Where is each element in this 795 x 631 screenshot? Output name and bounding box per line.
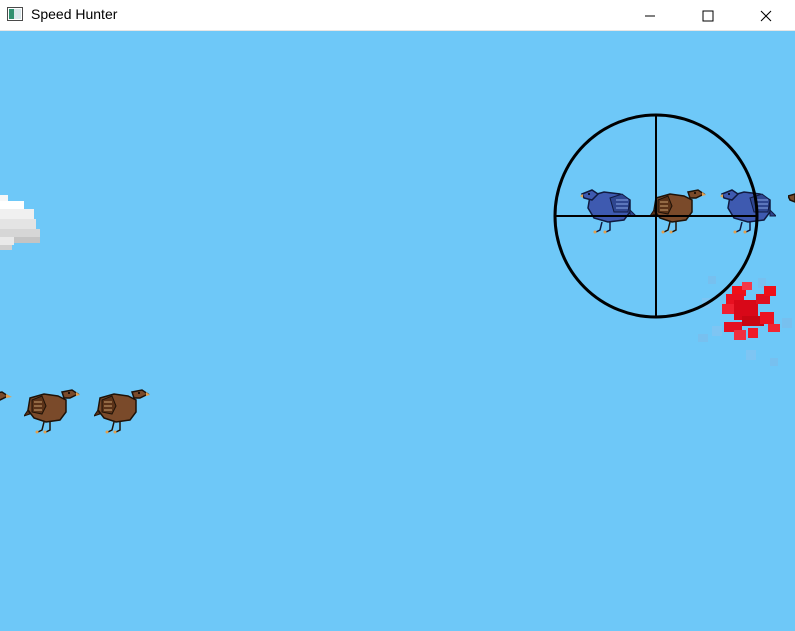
close-button[interactable] [737,0,795,31]
minimize-icon [644,10,656,22]
maximize-button[interactable] [679,0,737,31]
app-window-icon [7,7,23,21]
bird-partial-right[interactable] [788,184,795,236]
maximize-icon [702,10,714,22]
bird-brown-1[interactable] [24,384,80,436]
bird-brown-2[interactable] [94,384,150,436]
close-icon [760,10,772,22]
title-bar[interactable]: Speed Hunter [0,0,795,31]
bird-brown-partial-left[interactable] [0,384,12,436]
minimize-button[interactable] [621,0,679,31]
crosshair-scope[interactable] [550,112,762,322]
game-window: Speed Hunter [0,0,795,631]
cloud-sprite [0,195,40,250]
window-title: Speed Hunter [31,6,118,22]
game-scene[interactable] [0,32,795,631]
